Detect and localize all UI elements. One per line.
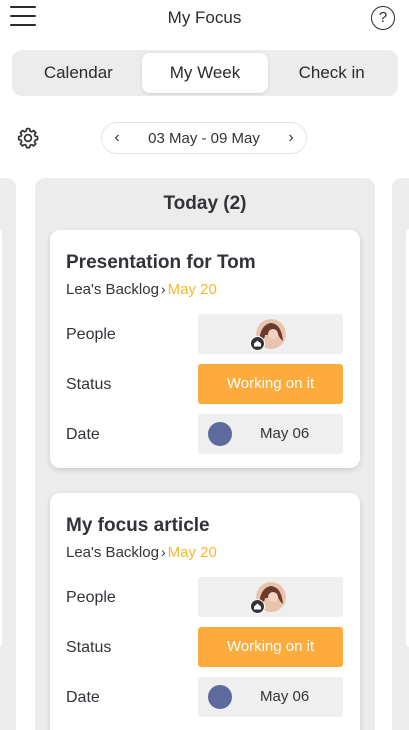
column-heading: Today (2) [163,193,247,214]
status-cell[interactable]: Working on it [198,627,343,667]
task-title: My focus article [66,515,210,536]
group-name[interactable]: May 20 [168,281,217,298]
group-name[interactable]: May 20 [168,544,217,561]
app-screen: My Focus ? Calendar My Week Check in ‹ 0… [0,0,409,730]
date-cell[interactable]: May 06 [198,677,343,717]
header: My Focus ? [0,0,409,38]
date-value: May 06 [260,425,310,442]
date-label: Date [66,426,100,443]
status-label: Status [66,376,112,393]
week-range-label: 03 May - 09 May [148,129,260,147]
home-icon [250,336,265,351]
help-icon[interactable]: ? [371,6,395,30]
date-value: May 06 [260,688,310,705]
view-tabs: Calendar My Week Check in [12,50,398,96]
people-label: People [66,589,116,606]
board-name[interactable]: Lea's Backlog [66,281,159,298]
people-label: People [66,326,116,343]
day-column-today: Today (2) Presentation for Tom Lea's Bac… [35,178,375,730]
board-name[interactable]: Lea's Backlog [66,544,159,561]
task-title: Presentation for Tom [66,252,256,273]
status-label: Status [66,639,112,656]
people-cell[interactable] [198,314,343,354]
people-cell[interactable] [198,577,343,617]
chevron-right-icon: › [160,281,166,297]
week-selector: ‹ 03 May - 09 May › [101,122,307,154]
task-breadcrumb: Lea's Backlog › May 20 [66,544,217,561]
next-week-button[interactable]: › [276,129,306,147]
date-label: Date [66,689,100,706]
home-icon [250,599,265,614]
date-cell[interactable]: May 06 [198,414,343,454]
previous-week-button[interactable]: ‹ [102,129,132,147]
date-indicator-dot [208,685,232,709]
next-day-column[interactable] [392,178,409,730]
date-indicator-dot [208,422,232,446]
task-breadcrumb: Lea's Backlog › May 20 [66,281,217,298]
previous-day-column[interactable] [0,178,16,730]
page-title: My Focus [167,8,242,27]
status-cell[interactable]: Working on it [198,364,343,404]
gear-icon[interactable] [16,126,40,150]
tab-check-in[interactable]: Check in [268,53,395,93]
tab-calendar[interactable]: Calendar [15,53,142,93]
chevron-right-icon: › [160,544,166,560]
task-card[interactable]: Presentation for Tom Lea's Backlog › May 2… [50,230,360,468]
tab-my-week[interactable]: My Week [141,53,269,93]
task-card[interactable]: My focus article Lea's Backlog › May 20 Pe… [50,493,360,730]
